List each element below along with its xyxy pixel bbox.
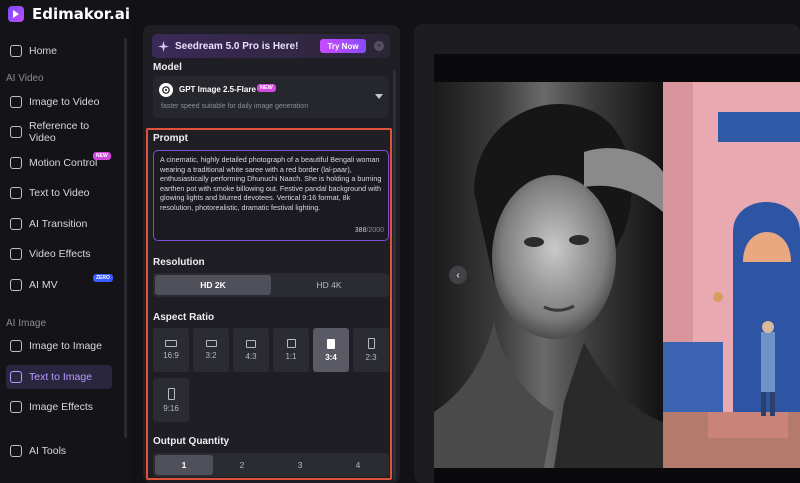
text-to-image-icon	[10, 371, 22, 383]
transition-icon	[10, 218, 22, 230]
sidebar-item-label: AI MV	[29, 279, 58, 291]
sidebar-item-text-to-image[interactable]: Text to Image	[6, 365, 112, 389]
sidebar-item-image-effects[interactable]: Image Effects	[6, 395, 112, 419]
sidebar-item-image-to-image[interactable]: Image to Image	[6, 334, 112, 358]
brand[interactable]: Edimakor.ai	[8, 2, 130, 26]
sidebar-item-image-to-video[interactable]: Image to Video	[6, 90, 112, 114]
aspect-label: 9:16	[163, 403, 179, 413]
char-count-max: /2000	[366, 227, 384, 235]
new-badge: NEW	[93, 152, 111, 160]
aspect-option-2-3[interactable]: 2:3	[353, 328, 389, 372]
sidebar-scrollbar[interactable]	[124, 38, 127, 438]
resolution-option-4k[interactable]: HD 4K	[271, 275, 387, 295]
image-to-image-icon	[10, 340, 22, 352]
prompt-text[interactable]: A cinematic, highly detailed photograph …	[160, 155, 381, 212]
edimakor-logo-icon	[8, 6, 24, 22]
hotel-illustration	[663, 82, 800, 468]
sidebar-item-ai-tools[interactable]: AI Tools	[6, 439, 112, 463]
quantity-option-3[interactable]: 3	[271, 455, 329, 475]
image-to-video-icon	[10, 96, 22, 108]
text-to-video-icon	[10, 187, 22, 199]
sidebar-item-label: Home	[29, 45, 58, 57]
aspect-label: 4:3	[245, 351, 257, 361]
aspect-3-2-icon	[205, 340, 217, 347]
model-description: faster speed suitable for daily image ge…	[161, 103, 309, 110]
prompt-textarea[interactable]: A cinematic, highly detailed photograph …	[153, 150, 389, 241]
quantity-toggle: 1 2 3 4	[153, 453, 389, 477]
sparkle-icon	[158, 40, 169, 52]
character-count: 388/2000	[355, 226, 384, 236]
previous-arrow-icon[interactable]: ‹	[449, 266, 467, 284]
section-label-ai-video: AI Video	[6, 73, 44, 84]
chevron-down-icon	[375, 94, 383, 99]
aspect-label: 3:4	[325, 352, 337, 362]
sidebar-item-label: AI Transition	[29, 218, 88, 230]
promo-banner[interactable]: Seedream 5.0 Pro is Here! Try Now ×	[152, 34, 390, 58]
reference-to-video-icon	[10, 126, 22, 138]
sidebar-item-label: Video Effects	[29, 248, 91, 260]
sidebar-item-text-to-video[interactable]: Text to Video	[6, 181, 112, 205]
video-effects-icon	[10, 248, 22, 260]
promo-text: Seedream 5.0 Pro is Here!	[175, 40, 299, 52]
section-label-ai-image: AI Image	[6, 318, 47, 329]
sidebar-item-home[interactable]: Home	[6, 39, 112, 63]
panel-scrollbar[interactable]	[393, 70, 396, 480]
aspect-option-1-1[interactable]: 1:1	[273, 328, 309, 372]
model-select[interactable]: GPT Image 2.5-Flare NEW faster speed sui…	[153, 76, 389, 118]
aspect-9-16-icon	[167, 387, 175, 400]
motion-control-icon	[10, 157, 22, 169]
output-quantity-label: Output Quantity	[153, 436, 230, 447]
char-count-value: 388	[354, 227, 367, 235]
brand-name: Edimakor.ai	[32, 5, 130, 23]
sidebar-item-label: Image to Video	[29, 96, 100, 108]
ai-mv-icon	[10, 279, 22, 291]
new-badge: NEW	[257, 84, 276, 92]
try-now-button[interactable]: Try Now	[320, 39, 366, 53]
model-label: Model	[153, 62, 182, 73]
aspect-label: 16:9	[163, 351, 179, 360]
close-icon[interactable]: ×	[374, 41, 384, 51]
aspect-label: 3:2	[205, 351, 217, 360]
sidebar-item-ai-transition[interactable]: AI Transition	[6, 212, 112, 236]
sidebar-item-label: Reference to Video	[29, 120, 90, 144]
aspect-label: 2:3	[365, 353, 377, 362]
resolution-label: Resolution	[153, 257, 205, 268]
quantity-option-2[interactable]: 2	[213, 455, 271, 475]
aspect-option-3-2[interactable]: 3:2	[193, 328, 229, 372]
aspect-option-16-9[interactable]: 16:9	[153, 328, 189, 372]
resolution-toggle: HD 2K HD 4K	[153, 273, 389, 297]
portrait-illustration	[434, 103, 663, 468]
example-image-portrait[interactable]	[434, 82, 663, 468]
sidebar-item-video-effects[interactable]: Video Effects	[6, 242, 112, 266]
home-icon	[10, 45, 22, 57]
quantity-option-4[interactable]: 4	[329, 455, 387, 475]
example-image-hotel[interactable]	[663, 82, 800, 468]
sidebar-item-label: Text to Video	[29, 187, 90, 199]
sidebar-item-label: Image Effects	[29, 401, 94, 413]
aspect-ratio-label: Aspect Ratio	[153, 312, 215, 323]
model-name: GPT Image 2.5-Flare	[179, 85, 256, 94]
sidebar-item-label: Motion Control	[29, 157, 98, 169]
openai-icon	[159, 83, 173, 97]
zero-badge: ZERO	[93, 274, 113, 282]
sidebar-item-label: Text to Image	[29, 371, 93, 383]
sidebar-item-reference-to-video[interactable]: Reference to Video	[6, 120, 112, 144]
sidebar-item-label: Image to Image	[29, 340, 102, 352]
aspect-option-3-4[interactable]: 3:4	[313, 328, 349, 372]
aspect-3-4-icon	[327, 338, 335, 349]
quantity-option-1[interactable]: 1	[155, 455, 213, 475]
aspect-2-3-icon	[367, 338, 375, 349]
aspect-label: 1:1	[285, 352, 297, 361]
sidebar: Edimakor.ai Home AI Video Image to Video…	[0, 0, 130, 483]
aspect-4-3-icon	[246, 339, 256, 348]
ai-tools-icon	[10, 445, 22, 457]
sidebar-item-label: AI Tools	[29, 445, 67, 457]
aspect-option-4-3[interactable]: 4:3	[233, 328, 269, 372]
aspect-option-9-16[interactable]: 9:16	[153, 378, 189, 422]
image-effects-icon	[10, 401, 22, 413]
aspect-16-9-icon	[165, 340, 177, 347]
aspect-1-1-icon	[286, 339, 296, 348]
prompt-label: Prompt	[153, 133, 188, 144]
resolution-option-2k[interactable]: HD 2K	[155, 275, 271, 295]
